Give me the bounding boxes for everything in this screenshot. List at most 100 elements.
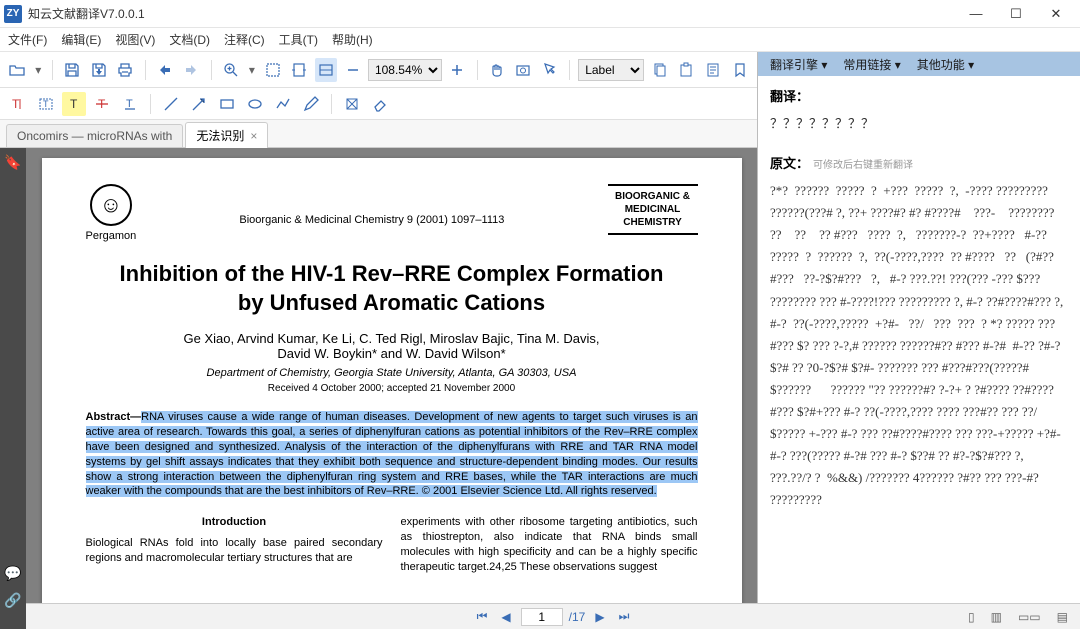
ellipse-icon[interactable]: [243, 92, 267, 116]
side-gutter: 🔖 💬 🔗: [0, 148, 26, 629]
page-layout-continuous-icon[interactable]: ▥: [987, 610, 1006, 624]
comments-panel-icon[interactable]: 💬: [4, 565, 21, 582]
tab-engine-dd-icon: ▾: [821, 58, 827, 72]
stamp-icon[interactable]: [340, 92, 364, 116]
text-box-icon[interactable]: T: [34, 92, 58, 116]
page-total: /17: [569, 610, 586, 624]
prev-page-icon[interactable]: ◀: [497, 610, 514, 624]
paper-affiliation: Department of Chemistry, Georgia State U…: [86, 367, 698, 379]
last-page-icon[interactable]: ⏭: [615, 609, 634, 624]
arrow-icon[interactable]: [187, 92, 211, 116]
svg-text:T: T: [70, 97, 78, 111]
paper-title-l1: Inhibition of the HIV-1 Rev–RRE Complex …: [86, 260, 698, 289]
menu-tools[interactable]: 工具(T): [279, 31, 318, 48]
zoom-out-icon[interactable]: [341, 58, 364, 82]
zoom-select[interactable]: 108.54%: [368, 59, 442, 81]
attachment-icon[interactable]: [702, 58, 725, 82]
strikeout-icon[interactable]: T: [90, 92, 114, 116]
tab-links[interactable]: 常用链接 ▾: [837, 54, 906, 75]
eraser-icon[interactable]: [368, 92, 392, 116]
page-navigator: ⏮ ◀ /17 ▶ ⏭ ▯ ▥ ▭▭ ▤: [26, 603, 1080, 629]
fit-visible-icon[interactable]: [315, 58, 338, 82]
snapshot-icon[interactable]: [512, 58, 535, 82]
copy-icon[interactable]: [648, 58, 671, 82]
paper-columns: Introduction Biological RNAs fold into l…: [86, 515, 698, 574]
pencil-icon[interactable]: [299, 92, 323, 116]
journal-box-l1: BIOORGANIC &: [610, 190, 696, 203]
first-page-icon[interactable]: ⏮: [473, 609, 492, 624]
highlight-icon[interactable]: T: [62, 92, 86, 116]
menubar: 文件(F) 编辑(E) 视图(V) 文档(D) 注释(C) 工具(T) 帮助(H…: [0, 28, 1080, 52]
zoom-dropdown-icon[interactable]: ▾: [246, 58, 257, 82]
fit-width-icon[interactable]: [288, 58, 311, 82]
tab-document-1[interactable]: Oncomirs — microRNAs with: [6, 124, 183, 147]
zoom-in-icon[interactable]: [220, 58, 243, 82]
col2-text: experiments with other ribosome targetin…: [401, 515, 698, 574]
journal-box: BIOORGANIC & MEDICINAL CHEMISTRY: [608, 184, 698, 235]
close-button[interactable]: ✕: [1036, 0, 1076, 28]
col1-text: Biological RNAs fold into locally base p…: [86, 536, 383, 566]
translate-output[interactable]: ？？？？？？？？: [770, 113, 1068, 135]
tab-2-close-icon[interactable]: ×: [250, 129, 257, 143]
paste-icon[interactable]: [675, 58, 698, 82]
paper-title-l2: by Unfused Aromatic Cations: [86, 289, 698, 318]
page-number-input[interactable]: [521, 608, 563, 626]
document-tabs: Oncomirs — microRNAs with 无法识别 ×: [0, 120, 757, 148]
text-select-icon[interactable]: T: [6, 92, 30, 116]
right-tabs: 翻译引擎 ▾ 常用链接 ▾ 其他功能 ▾: [758, 52, 1080, 76]
tab-engine[interactable]: 翻译引擎 ▾: [764, 54, 833, 75]
svg-text:T: T: [12, 97, 20, 111]
polyline-icon[interactable]: [271, 92, 295, 116]
menu-edit[interactable]: 编辑(E): [61, 31, 101, 48]
original-label-text: 原文：: [770, 156, 809, 171]
page-layout-single-icon[interactable]: ▯: [964, 610, 979, 624]
intro-heading: Introduction: [86, 515, 383, 530]
authors-l2: David W. Boykin* and W. David Wilson*: [86, 346, 698, 361]
zoom-plus-icon[interactable]: [446, 58, 469, 82]
minimize-button[interactable]: —: [956, 0, 996, 28]
prev-view-icon[interactable]: [154, 58, 177, 82]
rect-icon[interactable]: [215, 92, 239, 116]
next-view-icon[interactable]: [180, 58, 203, 82]
page-layout-facing-icon[interactable]: ▭▭: [1014, 610, 1045, 624]
tab-links-label: 常用链接: [843, 58, 891, 72]
fit-page-icon[interactable]: [262, 58, 285, 82]
bookmark-icon[interactable]: [728, 58, 751, 82]
toolbar-main: ▾ ▾ 108.54% Label: [0, 52, 757, 88]
tab-document-2[interactable]: 无法识别 ×: [185, 122, 268, 148]
tab-other-dd-icon: ▾: [968, 58, 974, 72]
authors-l1: Ge Xiao, Arvind Kumar, Ke Li, C. Ted Rig…: [86, 331, 698, 346]
menu-document[interactable]: 文档(D): [169, 31, 210, 48]
page-layout-book-icon[interactable]: ▤: [1053, 610, 1072, 624]
select-icon[interactable]: [539, 58, 562, 82]
paper-authors: Ge Xiao, Arvind Kumar, Ke Li, C. Ted Rig…: [86, 331, 698, 361]
menu-comment[interactable]: 注释(C): [224, 31, 265, 48]
menu-help[interactable]: 帮助(H): [332, 31, 373, 48]
pdf-viewer: 🔖 💬 🔗 ☺ Pergamon Bioorganic & Medicinal …: [0, 148, 757, 629]
menu-file[interactable]: 文件(F): [8, 31, 47, 48]
tab-engine-label: 翻译引擎: [770, 58, 818, 72]
line-icon[interactable]: [159, 92, 183, 116]
next-page-icon[interactable]: ▶: [591, 610, 608, 624]
pdf-page[interactable]: ☺ Pergamon Bioorganic & Medicinal Chemis…: [42, 158, 742, 629]
open-icon[interactable]: [6, 58, 29, 82]
publisher-block: ☺ Pergamon: [86, 184, 137, 242]
original-label: 原文： 可修改后右键重新翻译: [770, 153, 1068, 172]
maximize-button[interactable]: ☐: [996, 0, 1036, 28]
save-as-icon[interactable]: [87, 58, 110, 82]
original-note: 可修改后右键重新翻译: [813, 160, 913, 171]
open-dropdown-icon[interactable]: ▾: [33, 58, 44, 82]
tab-other[interactable]: 其他功能 ▾: [911, 54, 980, 75]
underline-icon[interactable]: T: [118, 92, 142, 116]
original-text[interactable]: ?*? ?????? ????? ? +??? ????? ?, -???? ?…: [770, 180, 1068, 511]
bookmarks-panel-icon[interactable]: 🔖: [4, 154, 21, 171]
journal-reference: Bioorganic & Medicinal Chemistry 9 (2001…: [136, 184, 607, 226]
print-icon[interactable]: [114, 58, 137, 82]
label-select[interactable]: Label: [578, 59, 644, 81]
save-icon[interactable]: [61, 58, 84, 82]
attachments-panel-icon[interactable]: 🔗: [4, 592, 21, 609]
menu-view[interactable]: 视图(V): [115, 31, 155, 48]
hand-icon[interactable]: [485, 58, 508, 82]
publisher-logo-icon: ☺: [90, 184, 132, 226]
tab-links-dd-icon: ▾: [895, 58, 901, 72]
